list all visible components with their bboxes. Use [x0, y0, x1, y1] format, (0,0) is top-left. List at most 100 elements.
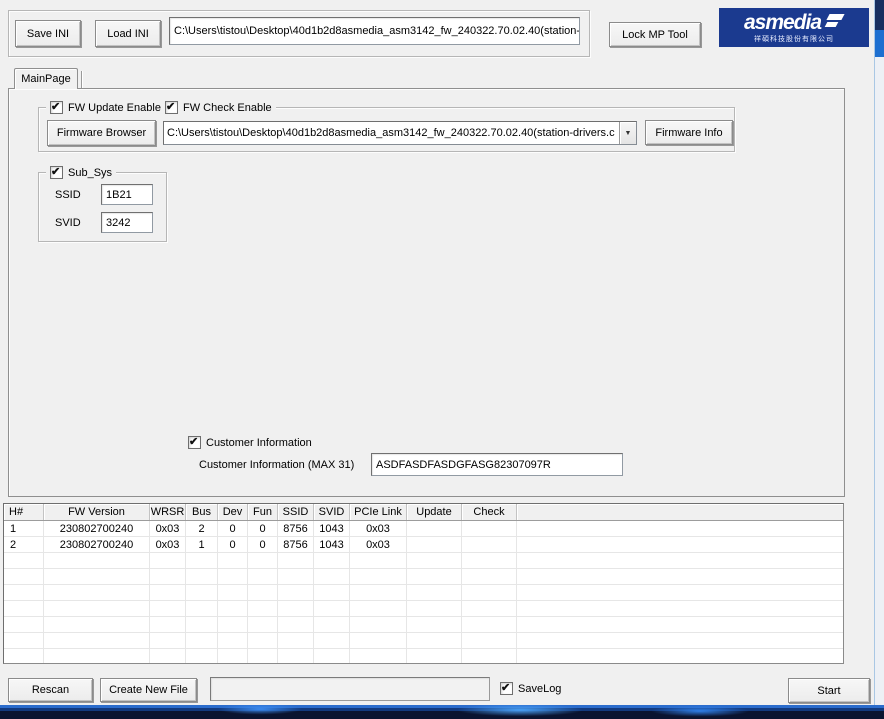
table-cell — [4, 585, 44, 601]
table-cell — [314, 585, 350, 601]
table-cell: 0 — [248, 537, 278, 553]
create-new-file-button[interactable]: Create New File — [100, 678, 197, 702]
table-cell — [407, 521, 462, 537]
table-cell-filler — [517, 633, 843, 649]
fw-check-enable-checkbox[interactable] — [165, 100, 178, 114]
table-cell — [407, 617, 462, 633]
table-cell — [4, 569, 44, 585]
table-cell — [462, 553, 517, 569]
column-header-update[interactable]: Update — [407, 504, 462, 520]
table-cell: 0 — [218, 537, 248, 553]
fw-update-enable-checkbox[interactable] — [50, 100, 63, 114]
firmware-info-button[interactable]: Firmware Info — [645, 120, 733, 145]
table-cell — [350, 553, 407, 569]
svid-input[interactable]: 3242 — [101, 212, 153, 233]
table-cell — [186, 649, 218, 663]
table-cell — [44, 601, 150, 617]
desktop-background-right — [874, 0, 884, 707]
table-cell — [4, 617, 44, 633]
table-row[interactable]: 2 230802700240 0x03 1 0 0 8756 1043 0x03 — [4, 537, 843, 553]
table-cell — [186, 553, 218, 569]
table-cell — [278, 569, 314, 585]
table-cell — [4, 649, 44, 663]
column-header-fun[interactable]: Fun — [248, 504, 278, 520]
column-header-pcie-link[interactable]: PCIe Link — [350, 504, 407, 520]
table-cell — [350, 633, 407, 649]
tab-mainpage[interactable]: MainPage — [14, 68, 78, 89]
table-cell — [462, 617, 517, 633]
table-cell — [4, 633, 44, 649]
start-button[interactable]: Start — [788, 678, 870, 703]
table-cell: 0 — [248, 521, 278, 537]
table-cell — [462, 537, 517, 553]
ini-path-input[interactable]: C:\Users\tistou\Desktop\40d1b2d8asmedia_… — [169, 17, 580, 45]
fw-update-enable-row: FW Update Enable — [46, 100, 165, 114]
mp-tool-window: Save INI Load INI C:\Users\tistou\Deskto… — [0, 0, 884, 719]
table-cell — [186, 633, 218, 649]
table-cell — [186, 585, 218, 601]
table-cell-filler — [517, 521, 843, 537]
table-cell — [462, 569, 517, 585]
table-cell — [150, 649, 186, 663]
table-cell — [150, 569, 186, 585]
table-row — [4, 553, 843, 569]
table-cell — [350, 617, 407, 633]
table-cell — [218, 601, 248, 617]
ssid-input[interactable]: 1B21 — [101, 184, 153, 205]
firmware-browser-button[interactable]: Firmware Browser — [47, 120, 156, 146]
save-ini-button[interactable]: Save INI — [15, 20, 81, 47]
customer-info-input[interactable]: ASDFASDFASDGFASG82307097R — [371, 453, 623, 476]
table-row[interactable]: 1 230802700240 0x03 2 0 0 8756 1043 0x03 — [4, 521, 843, 537]
asmedia-logo-subtitle: 祥碩科技股份有限公司 — [754, 36, 834, 43]
table-cell — [218, 617, 248, 633]
table-row — [4, 633, 843, 649]
column-header-svid[interactable]: SVID — [314, 504, 350, 520]
column-header-h-[interactable]: H# — [4, 504, 44, 520]
column-header-fw-version[interactable]: FW Version — [44, 504, 150, 520]
table-cell: 0x03 — [150, 521, 186, 537]
table-cell: 2 — [4, 537, 44, 553]
column-header-bus[interactable]: Bus — [186, 504, 218, 520]
savelog-checkbox[interactable] — [500, 681, 513, 695]
table-cell: 0x03 — [350, 521, 407, 537]
table-row — [4, 649, 843, 663]
table-row — [4, 585, 843, 601]
table-cell — [150, 633, 186, 649]
customer-info-checkbox[interactable] — [188, 435, 201, 449]
tab-divider — [81, 71, 82, 88]
table-cell — [4, 553, 44, 569]
table-cell: 1043 — [314, 521, 350, 537]
table-cell-filler — [517, 617, 843, 633]
table-cell: 0x03 — [350, 537, 407, 553]
table-cell-filler — [517, 601, 843, 617]
table-cell — [150, 585, 186, 601]
load-ini-button[interactable]: Load INI — [95, 20, 161, 47]
table-cell — [407, 553, 462, 569]
table-cell — [218, 585, 248, 601]
table-cell — [350, 569, 407, 585]
table-cell — [407, 585, 462, 601]
table-cell: 1 — [186, 537, 218, 553]
combo-dropdown-button[interactable]: ▼ — [619, 122, 636, 144]
table-row — [4, 569, 843, 585]
column-header-wrsr[interactable]: WRSR — [150, 504, 186, 520]
column-header-ssid[interactable]: SSID — [278, 504, 314, 520]
table-cell — [248, 585, 278, 601]
table-cell: 230802700240 — [44, 521, 150, 537]
rescan-button[interactable]: Rescan — [8, 678, 93, 702]
column-header-dev[interactable]: Dev — [218, 504, 248, 520]
table-cell-filler — [517, 537, 843, 553]
table-cell — [462, 649, 517, 663]
lock-mp-tool-button[interactable]: Lock MP Tool — [609, 22, 701, 47]
table-cell — [350, 649, 407, 663]
subsys-checkbox[interactable] — [50, 165, 63, 179]
table-cell — [248, 569, 278, 585]
column-header-filler — [517, 504, 843, 520]
firmware-path-combobox[interactable]: C:\Users\tistou\Desktop\40d1b2d8asmedia_… — [163, 121, 637, 145]
desktop-dark-segment — [875, 0, 884, 30]
customer-info-row: Customer Information — [184, 435, 316, 449]
customer-info-checkbox-label: Customer Information — [206, 436, 312, 449]
table-cell — [218, 649, 248, 663]
table-cell — [278, 649, 314, 663]
column-header-check[interactable]: Check — [462, 504, 517, 520]
